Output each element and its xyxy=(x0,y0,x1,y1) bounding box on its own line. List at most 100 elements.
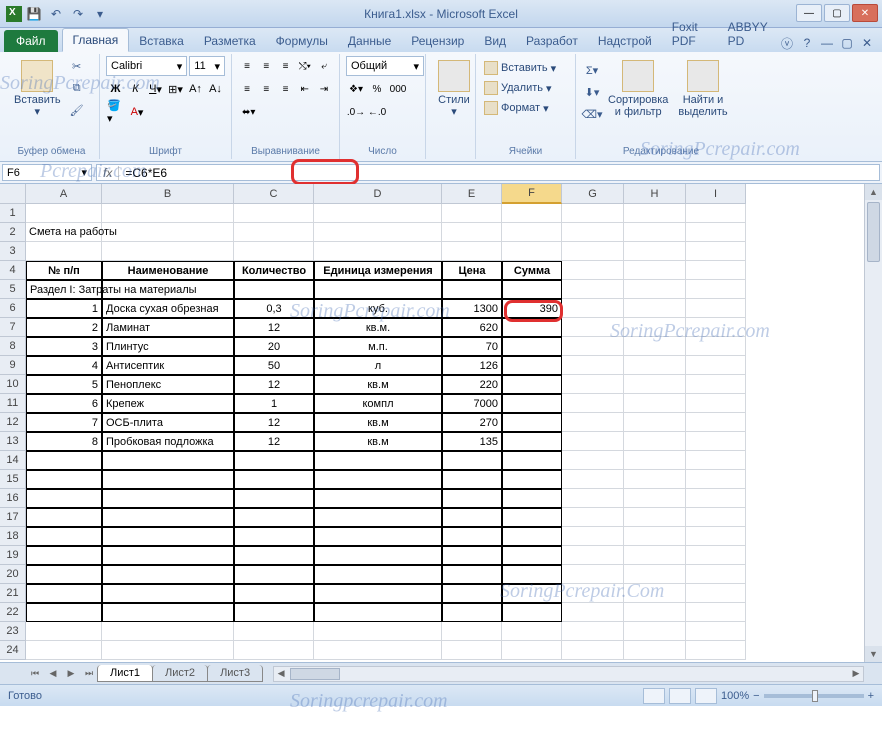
tab-formulas[interactable]: Формулы xyxy=(266,30,338,52)
cell[interactable]: 620 xyxy=(442,318,502,337)
fill-color-button[interactable]: 🪣▾ xyxy=(106,102,126,122)
cell[interactable] xyxy=(502,470,562,489)
row-header[interactable]: 7 xyxy=(0,318,26,337)
cell[interactable] xyxy=(562,451,624,470)
column-header-G[interactable]: G xyxy=(562,184,624,204)
cell[interactable] xyxy=(562,299,624,318)
scroll-left-icon[interactable]: ◀ xyxy=(274,667,288,681)
formula-input[interactable]: fx =C6*E6 xyxy=(96,164,880,181)
cell[interactable] xyxy=(686,508,746,527)
cell[interactable] xyxy=(562,413,624,432)
cell[interactable] xyxy=(102,603,234,622)
italic-button[interactable]: К xyxy=(126,79,145,99)
cell[interactable] xyxy=(686,261,746,280)
view-layout-button[interactable] xyxy=(669,688,691,704)
cell[interactable] xyxy=(442,641,502,660)
close-button[interactable]: ✕ xyxy=(852,4,878,22)
sheet-nav-last[interactable]: ⏭ xyxy=(80,665,98,683)
cell[interactable] xyxy=(624,641,686,660)
sheet-tab-1[interactable]: Лист1 xyxy=(97,665,153,682)
view-pagebreak-button[interactable] xyxy=(695,688,717,704)
row-header[interactable]: 2 xyxy=(0,223,26,242)
select-all-corner[interactable] xyxy=(0,184,26,204)
cell[interactable] xyxy=(502,223,562,242)
paste-button[interactable]: Вставить▾ xyxy=(10,56,65,122)
cell[interactable] xyxy=(314,622,442,641)
cell[interactable] xyxy=(624,337,686,356)
help-icon[interactable]: ? xyxy=(798,34,816,52)
scroll-down-icon[interactable]: ▼ xyxy=(865,646,882,662)
cell[interactable] xyxy=(562,508,624,527)
cell[interactable] xyxy=(102,641,234,660)
row-header[interactable]: 17 xyxy=(0,508,26,527)
row-header[interactable]: 12 xyxy=(0,413,26,432)
cell[interactable] xyxy=(442,527,502,546)
row-header[interactable]: 21 xyxy=(0,584,26,603)
cell[interactable] xyxy=(502,508,562,527)
cell[interactable] xyxy=(102,546,234,565)
cell[interactable]: куб. xyxy=(314,299,442,318)
tab-abbyy[interactable]: ABBYY PD xyxy=(718,16,778,52)
cell[interactable] xyxy=(102,204,234,223)
autosum-button[interactable]: Σ▾ xyxy=(582,60,602,80)
increase-decimal-button[interactable]: .0→ xyxy=(346,102,366,122)
cell[interactable]: 12 xyxy=(234,413,314,432)
cell[interactable] xyxy=(562,375,624,394)
cell[interactable] xyxy=(314,451,442,470)
cell[interactable]: Наименование xyxy=(102,261,234,280)
cell[interactable] xyxy=(686,356,746,375)
align-top-button[interactable]: ≡ xyxy=(238,56,256,76)
cell[interactable] xyxy=(624,204,686,223)
cell[interactable] xyxy=(502,584,562,603)
column-header-A[interactable]: A xyxy=(26,184,102,204)
cell[interactable] xyxy=(562,603,624,622)
cell[interactable] xyxy=(562,565,624,584)
cell[interactable]: Антисептик xyxy=(102,356,234,375)
wrap-text-button[interactable]: ⤶ xyxy=(315,56,333,76)
cell[interactable] xyxy=(234,603,314,622)
cell[interactable]: 135 xyxy=(442,432,502,451)
cell[interactable]: м.п. xyxy=(314,337,442,356)
cell[interactable]: Сумма xyxy=(502,261,562,280)
cell[interactable]: 12 xyxy=(234,375,314,394)
qat-dropdown-icon[interactable]: ▾ xyxy=(90,4,110,24)
cell[interactable]: кв.м xyxy=(314,413,442,432)
row-header[interactable]: 11 xyxy=(0,394,26,413)
column-header-E[interactable]: E xyxy=(442,184,502,204)
sheet-tab-2[interactable]: Лист2 xyxy=(152,665,208,682)
cell[interactable]: Смета на работы xyxy=(26,223,102,242)
cell[interactable]: 8 xyxy=(26,432,102,451)
format-painter-button[interactable]: 🖌 xyxy=(67,100,87,120)
cell[interactable]: 4 xyxy=(26,356,102,375)
comma-button[interactable]: 000 xyxy=(388,79,408,99)
cell[interactable] xyxy=(562,356,624,375)
cell[interactable] xyxy=(442,546,502,565)
cell[interactable] xyxy=(314,565,442,584)
cell[interactable] xyxy=(442,622,502,641)
cell[interactable] xyxy=(234,584,314,603)
cell[interactable] xyxy=(686,375,746,394)
cell[interactable] xyxy=(562,622,624,641)
cell[interactable] xyxy=(686,641,746,660)
cell[interactable] xyxy=(502,356,562,375)
cell[interactable] xyxy=(502,242,562,261)
cell[interactable]: Цена xyxy=(442,261,502,280)
cell[interactable] xyxy=(686,451,746,470)
cell[interactable] xyxy=(686,489,746,508)
cell[interactable] xyxy=(234,280,314,299)
cell[interactable] xyxy=(502,546,562,565)
cell[interactable] xyxy=(26,546,102,565)
border-button[interactable]: ⊞▾ xyxy=(166,79,185,99)
cell[interactable]: Пробковая подложка xyxy=(102,432,234,451)
cell[interactable] xyxy=(102,470,234,489)
cell[interactable]: Ламинат xyxy=(102,318,234,337)
bold-button[interactable]: Ж xyxy=(106,79,125,99)
cell[interactable] xyxy=(442,508,502,527)
cell[interactable] xyxy=(102,223,234,242)
cell[interactable] xyxy=(314,641,442,660)
cell[interactable] xyxy=(502,318,562,337)
cell[interactable] xyxy=(442,242,502,261)
cell[interactable]: Крепеж xyxy=(102,394,234,413)
cell[interactable] xyxy=(314,280,442,299)
align-center-button[interactable]: ≡ xyxy=(257,79,275,99)
